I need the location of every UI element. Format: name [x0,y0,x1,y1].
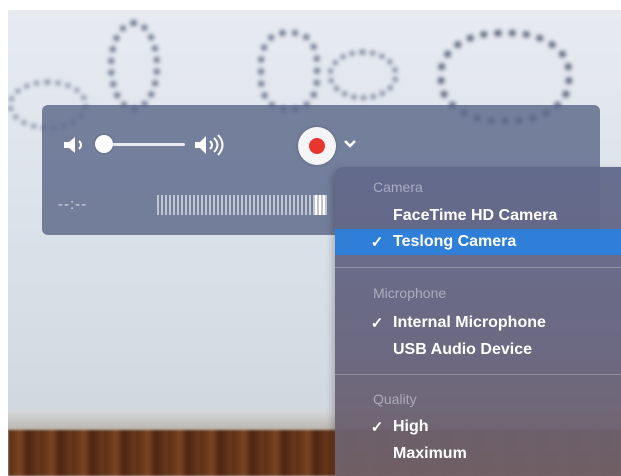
audio-level-peak [315,195,327,215]
check-mark-icon: ✓ [370,315,384,332]
preview-pattern [108,20,160,112]
options-menu: Camera FaceTime HD Camera ✓ Teslong Came… [335,167,621,476]
volume-high-icon[interactable] [193,133,233,157]
volume-low-icon[interactable] [62,135,92,155]
menu-header-camera: Camera [373,179,423,195]
menu-item-label: USB Audio Device [393,341,532,358]
menu-item-teslong-camera[interactable]: ✓ Teslong Camera [335,229,621,255]
record-icon [309,138,325,154]
menu-header-quality: Quality [373,391,417,407]
volume-slider-knob[interactable] [95,135,113,153]
menu-item-high[interactable]: ✓ High [335,414,621,440]
preview-pattern [258,30,320,112]
menu-item-label: Maximum [393,445,467,462]
check-mark-icon: ✓ [370,419,384,436]
volume-slider-track[interactable] [105,143,185,146]
menu-item-maximum[interactable]: Maximum [335,441,621,467]
menu-separator [335,267,621,268]
menu-item-usb-audio-device[interactable]: USB Audio Device [335,337,621,363]
chevron-down-icon[interactable] [343,138,357,150]
menu-item-label: Teslong Camera [393,233,517,250]
menu-separator [335,374,621,375]
menu-header-microphone: Microphone [373,285,447,301]
menu-item-facetime-hd-camera[interactable]: FaceTime HD Camera [335,203,621,229]
record-button[interactable] [298,127,336,165]
menu-item-label: High [393,418,429,435]
audio-level-meter [157,195,327,215]
menu-item-internal-microphone[interactable]: ✓ Internal Microphone [335,310,621,336]
check-mark-icon: ✓ [370,234,384,251]
menu-item-label: Internal Microphone [393,314,546,331]
menu-item-label: FaceTime HD Camera [393,207,558,224]
recording-time: --:-- [58,196,88,213]
preview-pattern [328,50,398,100]
